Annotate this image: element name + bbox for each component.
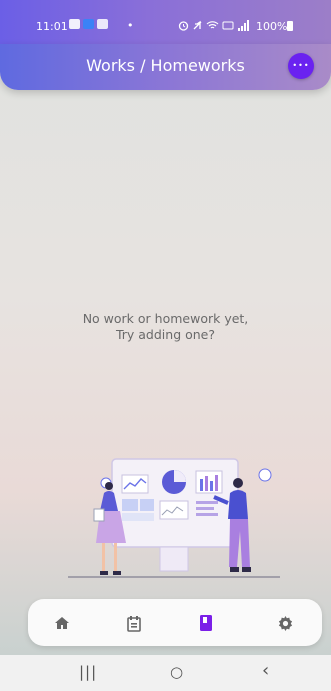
nav-home[interactable] [50,611,74,635]
book-icon [200,615,212,631]
calendar-icon [127,615,141,632]
system-navigation-bar: ||| ○ ‹ [0,655,331,691]
empty-state-illustration [68,458,280,578]
chat-icon [97,19,108,29]
status-time: 11:01 [36,20,68,33]
status-bar: 11:01 • 100% [0,0,331,44]
nav-calendar[interactable] [122,611,146,635]
recents-button[interactable]: ||| [79,663,97,681]
empty-state-line-2: Try adding one? [115,327,216,342]
gear-icon [278,615,292,631]
status-bullet: • [127,19,134,32]
battery-percent: 100% [256,20,288,33]
back-button[interactable]: ‹ [262,660,269,681]
nav-settings[interactable] [273,611,297,635]
nav-works[interactable] [194,611,218,635]
volte-icon [222,21,234,30]
app-notification-icon [83,19,94,29]
home-icon [55,617,69,629]
notification-icons [69,19,108,29]
more-horizontal-icon: ••• [292,61,310,70]
page-title: Works / Homeworks [86,56,245,75]
gallery-icon [69,19,80,29]
empty-state-line-1: No work or homework yet, [82,311,249,326]
signal-icon [238,20,249,31]
battery-icon [287,21,293,31]
more-options-button[interactable]: ••• [288,53,314,79]
empty-state-message: No work or homework yet, Try adding one? [0,311,331,343]
wifi-icon [206,21,219,29]
bottom-navigation [28,599,322,646]
system-status-icons [178,20,249,31]
home-button[interactable]: ○ [170,663,183,681]
mute-icon [193,20,202,30]
alarm-icon [178,21,189,31]
app-header: Works / Homeworks ••• [0,44,331,90]
